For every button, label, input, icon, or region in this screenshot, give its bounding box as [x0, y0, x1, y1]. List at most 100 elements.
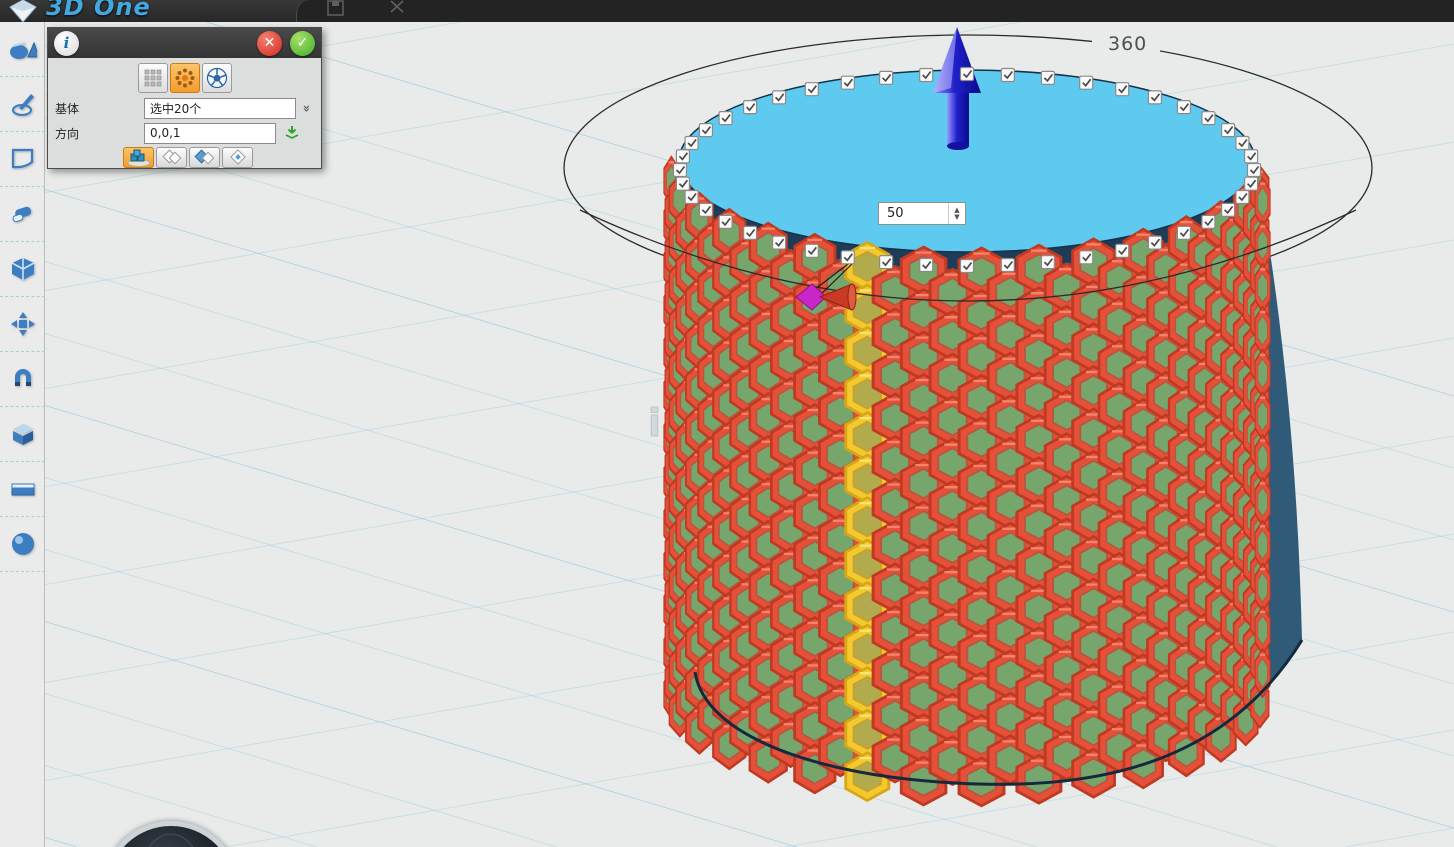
- sidebar-item-material[interactable]: [0, 517, 45, 572]
- direction-field-input[interactable]: [144, 123, 276, 144]
- rim-checkbox[interactable]: [685, 137, 698, 150]
- hexagon-instance[interactable]: [1255, 606, 1270, 654]
- hexagon-instance[interactable]: [1255, 478, 1270, 526]
- app-logo-text: 3D One: [46, 0, 151, 21]
- magnet-snap-icon: [9, 365, 37, 393]
- rim-checkbox[interactable]: [773, 236, 786, 249]
- sidebar-item-trim[interactable]: [0, 187, 45, 242]
- hexagon-instance[interactable]: [1255, 221, 1270, 269]
- hexagon-instance[interactable]: [1255, 564, 1270, 612]
- sidebar-item-section[interactable]: [0, 462, 45, 517]
- linear-pattern-icon: [142, 67, 164, 89]
- info-icon[interactable]: i: [54, 31, 79, 56]
- rim-checkbox[interactable]: [676, 177, 689, 190]
- hexagon-instance[interactable]: [1255, 307, 1270, 355]
- rim-checkbox[interactable]: [1236, 137, 1249, 150]
- rim-checkbox[interactable]: [920, 259, 933, 272]
- sidebar-item-move[interactable]: [0, 297, 45, 352]
- rim-checkbox[interactable]: [685, 191, 698, 204]
- rim-checkbox[interactable]: [1245, 150, 1258, 163]
- section-bar-icon: [9, 475, 37, 503]
- rim-checkbox[interactable]: [1222, 124, 1235, 137]
- spinner-down-icon[interactable]: ▼: [954, 214, 959, 221]
- rim-checkbox[interactable]: [1041, 71, 1054, 84]
- sidebar-item-combine[interactable]: [0, 407, 45, 462]
- pattern-option-row: [123, 147, 317, 168]
- rim-checkbox[interactable]: [699, 203, 712, 216]
- sidebar-item-solids[interactable]: [0, 242, 45, 297]
- rim-checkbox[interactable]: [1080, 76, 1093, 89]
- rim-checkbox[interactable]: [719, 215, 732, 228]
- hexagon-instance[interactable]: [1255, 392, 1270, 440]
- base-field-label: 基体: [52, 100, 86, 117]
- hexagon-instance[interactable]: [1255, 264, 1270, 312]
- rim-checkbox[interactable]: [1148, 236, 1161, 249]
- rim-checkbox[interactable]: [805, 83, 818, 96]
- hexagon-instance[interactable]: [1255, 521, 1270, 569]
- rim-checkbox[interactable]: [1245, 177, 1258, 190]
- rim-checkbox[interactable]: [676, 150, 689, 163]
- rim-checkbox[interactable]: [1116, 83, 1129, 96]
- rim-checkbox[interactable]: [1001, 69, 1014, 82]
- rim-checkbox[interactable]: [1202, 215, 1215, 228]
- rim-checkbox[interactable]: [805, 244, 818, 257]
- rim-checkbox[interactable]: [1177, 101, 1190, 114]
- dialog-header[interactable]: i ✕ ✓: [48, 28, 321, 58]
- sidebar-item-sketch[interactable]: [0, 77, 45, 132]
- save-icon[interactable]: [320, 0, 350, 16]
- direction-field-label: 方向: [52, 125, 86, 142]
- rim-checkbox[interactable]: [1177, 226, 1190, 239]
- circular-pattern-button[interactable]: [170, 63, 200, 93]
- rim-checkbox[interactable]: [880, 256, 893, 269]
- primitives-icon: [9, 35, 37, 63]
- rim-checkbox[interactable]: [1222, 203, 1235, 216]
- spinner-steppers[interactable]: ▲ ▼: [948, 203, 965, 224]
- rim-checkbox[interactable]: [841, 251, 854, 264]
- rim-checkbox[interactable]: [719, 112, 732, 125]
- rim-checkbox[interactable]: [1148, 91, 1161, 104]
- rim-checkbox[interactable]: [699, 124, 712, 137]
- rim-checkbox[interactable]: [1236, 191, 1249, 204]
- angle-label: 360: [1108, 33, 1147, 55]
- hexagon-instance[interactable]: [1255, 349, 1270, 397]
- sidebar-item-primitives[interactable]: [0, 22, 45, 77]
- base-field-input[interactable]: [144, 98, 296, 119]
- rim-checkbox[interactable]: [1041, 256, 1054, 269]
- rim-checkbox[interactable]: [674, 164, 687, 177]
- confirm-button[interactable]: ✓: [290, 31, 315, 56]
- linear-pattern-button[interactable]: [138, 63, 168, 93]
- rim-checkbox[interactable]: [961, 68, 974, 81]
- rim-checkbox[interactable]: [920, 69, 933, 82]
- diamond-option-2[interactable]: [189, 147, 220, 168]
- move-icon: [9, 310, 37, 338]
- close-icon[interactable]: [386, 0, 410, 14]
- rim-checkbox[interactable]: [880, 71, 893, 84]
- rim-checkbox[interactable]: [744, 101, 757, 114]
- rim-checkbox[interactable]: [1202, 112, 1215, 125]
- rim-checkbox[interactable]: [1080, 251, 1093, 264]
- rim-checkbox[interactable]: [773, 91, 786, 104]
- pick-direction-icon[interactable]: [284, 125, 300, 141]
- trim-eraser-icon: [9, 200, 37, 228]
- rim-checkbox[interactable]: [1248, 164, 1261, 177]
- sidebar-item-magnet[interactable]: [0, 352, 45, 407]
- sphere-pattern-icon: [206, 67, 228, 89]
- sphere-pattern-button[interactable]: [202, 63, 232, 93]
- sketch-pen-icon: [9, 90, 37, 118]
- rim-checkbox[interactable]: [1001, 259, 1014, 272]
- chevron-double-down-icon[interactable]: »: [301, 104, 310, 112]
- hexagon-instance[interactable]: [1255, 435, 1270, 483]
- rim-checkbox[interactable]: [744, 226, 757, 239]
- sidebar-item-surface[interactable]: [0, 132, 45, 187]
- rim-checkbox[interactable]: [961, 260, 974, 273]
- toolbar-background: [296, 0, 1454, 22]
- rim-checkbox[interactable]: [1116, 244, 1129, 257]
- diamond-option-3[interactable]: [222, 147, 253, 168]
- diamond-option-1[interactable]: [156, 147, 187, 168]
- pattern-count-input[interactable]: [879, 203, 948, 224]
- pattern-count-spinner[interactable]: ▲ ▼: [878, 202, 966, 225]
- blue-white-diamonds-icon: [192, 149, 218, 167]
- rim-checkbox[interactable]: [841, 76, 854, 89]
- cancel-button[interactable]: ✕: [257, 31, 282, 56]
- pattern-geometry-option[interactable]: [123, 147, 154, 168]
